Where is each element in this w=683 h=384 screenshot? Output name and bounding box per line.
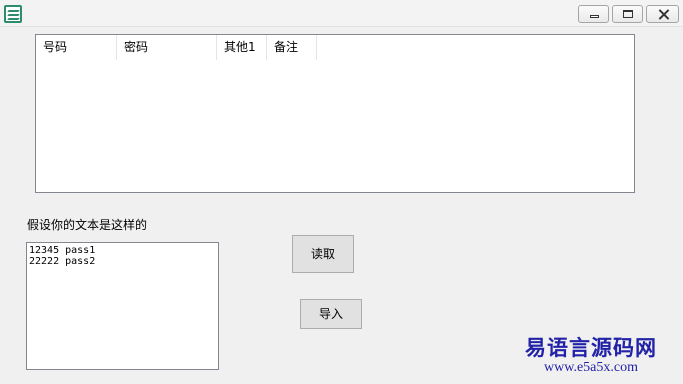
account-list-view[interactable]: 号码 密码 其他1 备注	[35, 34, 635, 193]
app-icon-stroke	[7, 18, 20, 20]
column-header-other1[interactable]: 其他1	[217, 35, 267, 60]
close-icon	[658, 9, 669, 20]
column-header-note[interactable]: 备注	[267, 35, 317, 60]
watermark-title: 易语言源码网	[525, 336, 657, 360]
title-bar	[0, 0, 683, 27]
watermark: 易语言源码网 www.e5a5x.com	[516, 336, 666, 376]
minimize-icon	[590, 15, 599, 18]
minimize-button[interactable]	[578, 5, 609, 23]
maximize-icon	[623, 10, 633, 18]
column-header-password[interactable]: 密码	[117, 35, 217, 60]
column-header-number[interactable]: 号码	[36, 35, 117, 60]
read-button[interactable]: 读取	[292, 235, 354, 273]
app-icon-stroke	[7, 10, 20, 12]
import-button[interactable]: 导入	[300, 299, 362, 329]
app-icon-stroke	[7, 14, 20, 16]
input-text-area[interactable]: 12345 pass1 22222 pass2	[26, 242, 219, 370]
watermark-url: www.e5a5x.com	[544, 360, 638, 375]
hint-label: 假设你的文本是这样的	[27, 218, 148, 232]
text-line: 12345 pass1	[29, 245, 96, 256]
text-line: 22222 pass2	[29, 256, 96, 267]
close-button[interactable]	[646, 5, 679, 23]
list-header: 号码 密码 其他1 备注	[36, 35, 634, 60]
maximize-button[interactable]	[612, 5, 643, 23]
app-icon[interactable]	[4, 5, 22, 23]
